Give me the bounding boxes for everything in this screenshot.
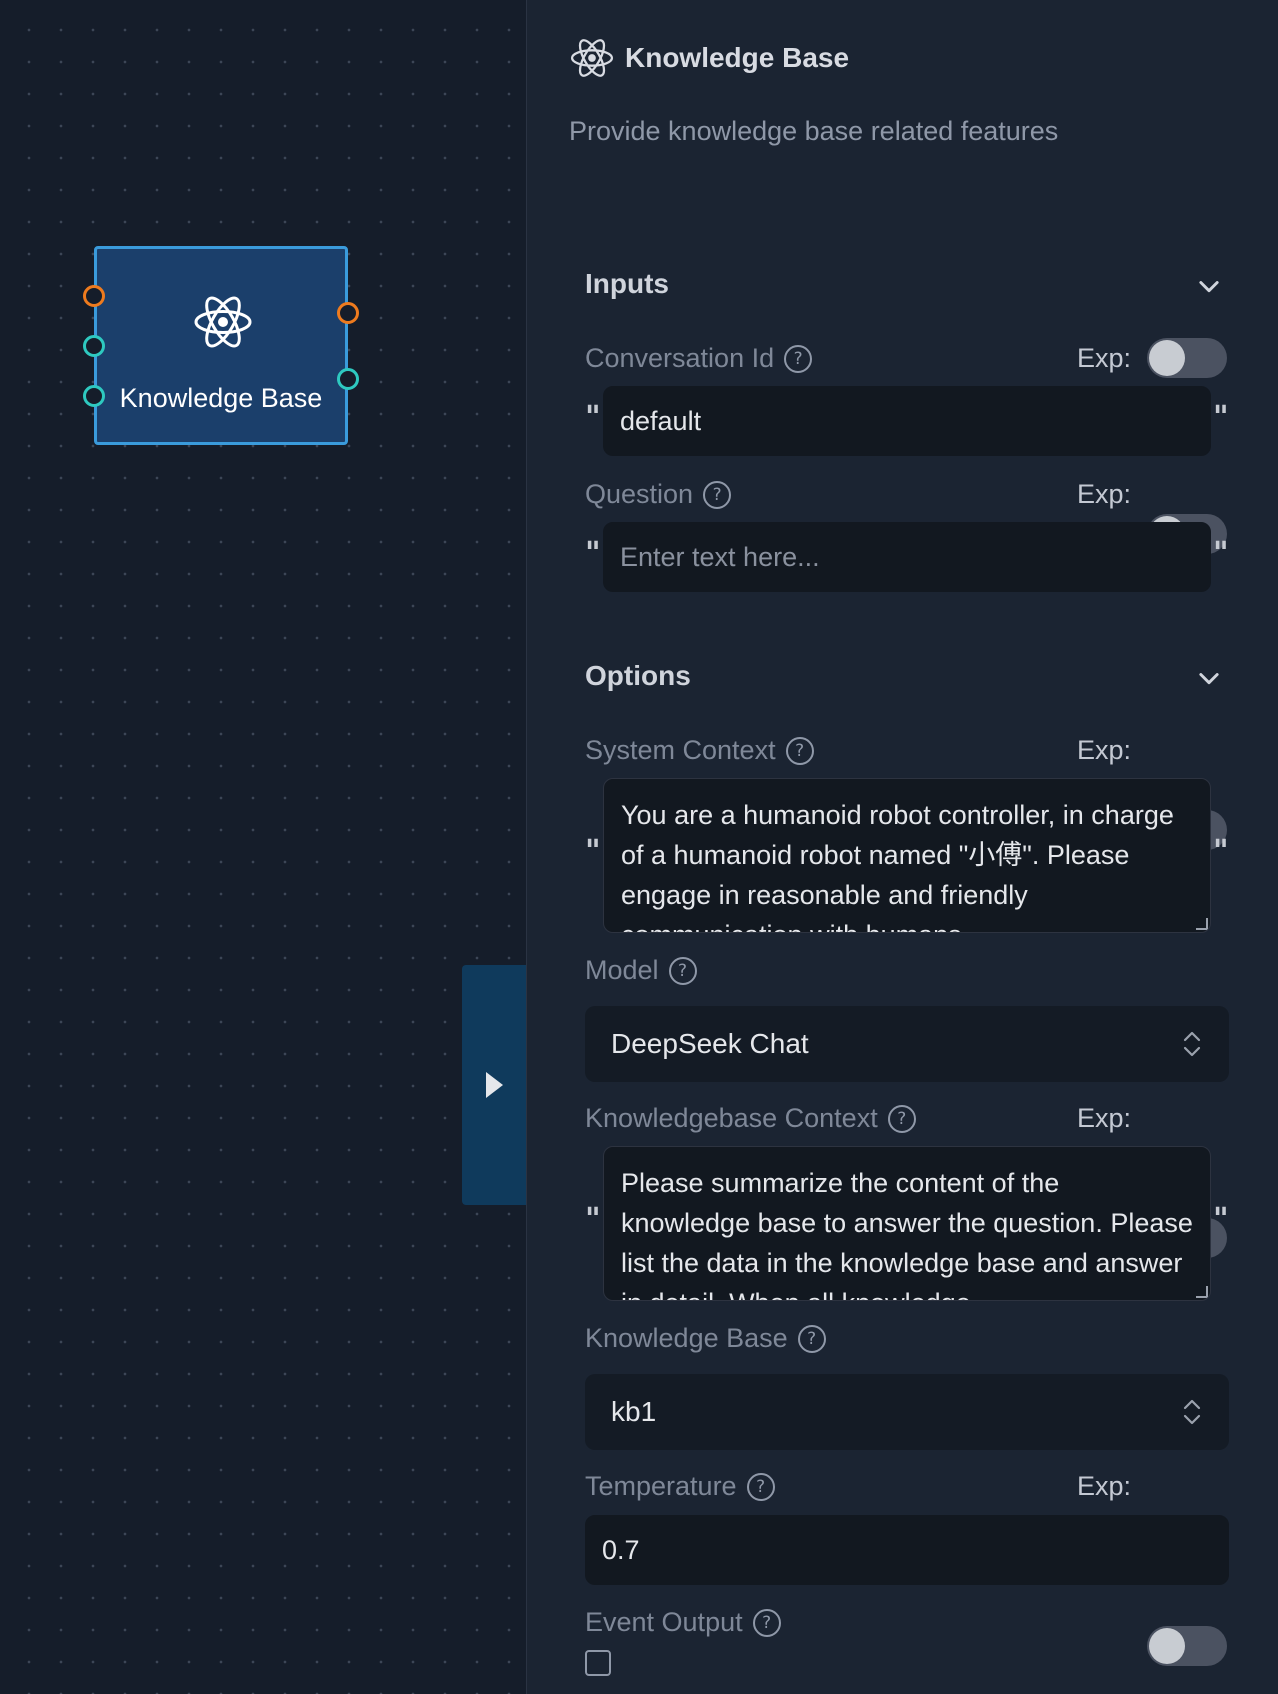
conversation-id-exp-toggle[interactable] [1147,338,1227,378]
temperature-input[interactable] [585,1515,1229,1585]
event-output-label-text: Event Output [585,1607,743,1637]
help-icon[interactable]: ? [752,1608,781,1637]
exp-label: Exp: [1077,1471,1132,1501]
conversation-id-label-text: Conversation Id [585,343,775,373]
quote-close: " [1213,400,1229,435]
knowledge-base-label: Knowledge Base ? [585,1323,826,1354]
knowledgebase-context-text: Please summarize the content of the know… [621,1168,1193,1300]
quote-close: " [1213,834,1229,869]
help-icon[interactable]: ? [746,1472,775,1501]
quote-close: " [1213,1202,1229,1237]
exp-label: Exp: [1077,735,1132,765]
conversation-id-label: Conversation Id ? [585,343,813,374]
chevron-up-down-icon [1183,1031,1201,1057]
model-label: Model ? [585,955,697,986]
node-properties-panel: Knowledge Base Provide knowledge base re… [526,0,1278,1694]
inputs-section-title: Inputs [585,268,669,299]
exp-label: Exp: [1077,343,1132,373]
help-icon[interactable]: ? [797,1324,826,1353]
exp-label: Exp: [1077,1103,1132,1133]
toggle-knob [1149,340,1185,376]
input-handle-conversation-id[interactable] [83,335,105,357]
knowledge-base-select[interactable]: kb1 [585,1374,1229,1450]
help-icon[interactable]: ? [703,480,732,509]
temperature-exp-toggle[interactable] [1147,1626,1227,1666]
input-handle-event[interactable] [83,285,105,307]
help-icon[interactable]: ? [785,736,814,765]
system-context-label-text: System Context [585,735,776,765]
knowledgebase-context-label: Knowledgebase Context ? [585,1103,916,1134]
toggle-knob [1149,1628,1185,1664]
atom-icon [194,296,252,348]
system-context-text: You are a humanoid robot controller, in … [621,800,1174,932]
temperature-label: Temperature ? [585,1471,775,1502]
help-icon[interactable]: ? [784,344,813,373]
output-handle-answer[interactable] [337,368,359,390]
model-label-text: Model [585,955,659,985]
quote-open: " [585,834,601,869]
panel-toggle-button[interactable] [462,965,526,1205]
question-label-text: Question [585,479,694,509]
event-output-label: Event Output ? [585,1607,781,1638]
input-handle-question[interactable] [83,385,105,407]
question-label: Question ? [585,479,732,510]
question-input[interactable] [603,522,1211,592]
quote-open: " [585,1202,601,1237]
panel-header: Knowledge Base [569,36,849,80]
knowledge-base-label-text: Knowledge Base [585,1323,788,1353]
node-title: Knowledge Base [119,383,323,413]
system-context-textarea[interactable]: You are a humanoid robot controller, in … [603,778,1211,933]
output-handle-event[interactable] [337,302,359,324]
knowledgebase-context-textarea[interactable]: Please summarize the content of the know… [603,1146,1211,1301]
chevron-up-down-icon [1183,1399,1201,1425]
conversation-id-input[interactable] [603,386,1211,456]
resize-handle-icon[interactable] [1196,1286,1208,1298]
temperature-label-text: Temperature [585,1471,737,1501]
system-context-label: System Context ? [585,735,814,766]
quote-close: " [1213,536,1229,571]
options-section-title: Options [585,660,691,691]
knowledgebase-context-label-text: Knowledgebase Context [585,1103,878,1133]
help-icon[interactable]: ? [887,1104,916,1133]
panel-title: Knowledge Base [625,42,850,73]
event-output-checkbox[interactable] [585,1650,611,1676]
knowledge-base-select-value: kb1 [611,1396,657,1427]
resize-handle-icon[interactable] [1196,918,1208,930]
exp-label: Exp: [1077,479,1132,509]
atom-icon [570,39,614,77]
knowledge-base-node[interactable]: Knowledge Base [94,246,348,445]
help-icon[interactable]: ? [668,956,697,985]
flow-canvas[interactable]: Knowledge Base [0,0,526,1694]
model-select[interactable]: DeepSeek Chat [585,1006,1229,1082]
chevron-down-icon[interactable] [1195,664,1223,692]
quote-open: " [585,400,601,435]
model-select-value: DeepSeek Chat [611,1028,809,1059]
panel-description: Provide knowledge base related features [569,116,1059,146]
quote-open: " [585,536,601,571]
chevron-down-icon[interactable] [1195,272,1223,300]
caret-right-icon [486,1072,503,1098]
